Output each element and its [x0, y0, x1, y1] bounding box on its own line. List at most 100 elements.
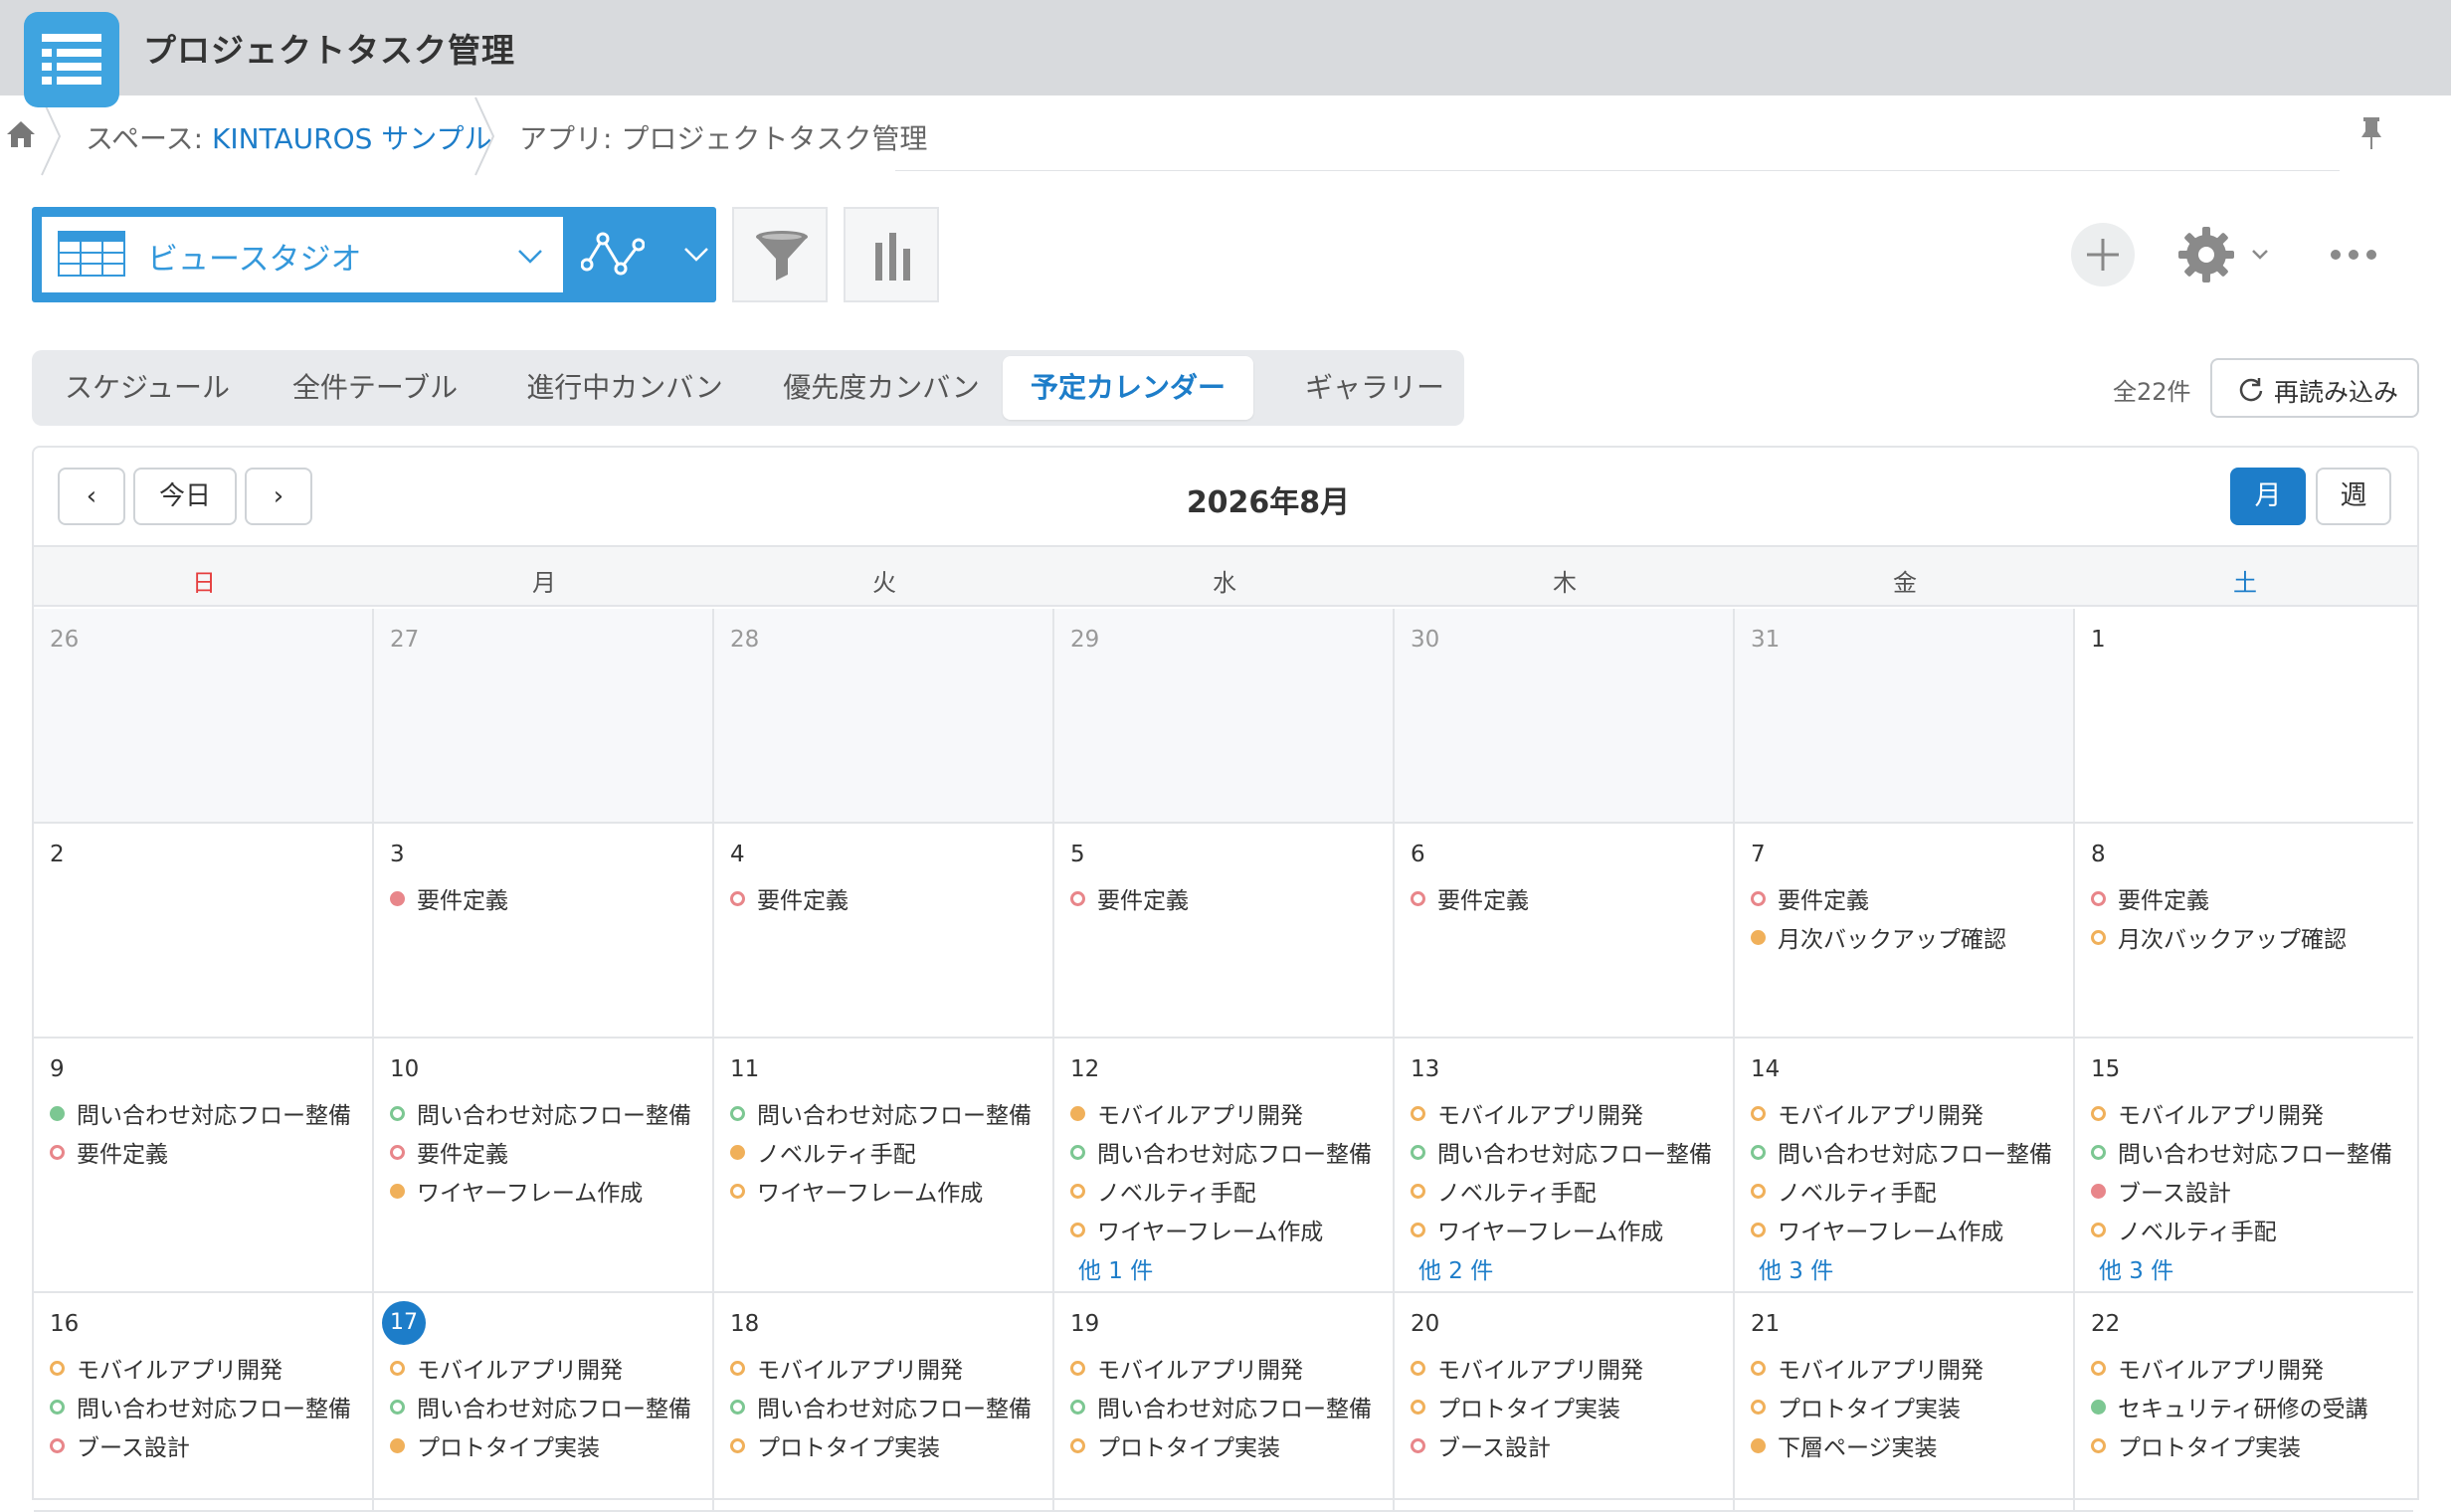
today-button[interactable]: 今日: [133, 468, 237, 525]
calendar-event[interactable]: 要件定義: [390, 881, 508, 915]
day-cell[interactable]: 31: [1735, 609, 2075, 824]
calendar-event[interactable]: セキュリティ研修の受講: [2091, 1390, 2368, 1423]
calendar-event[interactable]: ノベルティ手配: [1411, 1174, 1597, 1208]
breadcrumb-app[interactable]: アプリ: プロジェクトタスク管理: [519, 117, 927, 157]
day-cell[interactable]: 5 要件定義: [1054, 824, 1395, 1039]
day-cell[interactable]: 21 モバイルアプリ開発 プロトタイプ実装 下層ページ実装: [1735, 1293, 2075, 1512]
calendar-event[interactable]: 問い合わせ対応フロー整備: [1070, 1390, 1372, 1423]
breadcrumb-space[interactable]: スペース: KINTAUROS サンプル: [86, 117, 491, 157]
calendar-event[interactable]: プロトタイプ実装: [1411, 1390, 1620, 1423]
view-selector[interactable]: ビュースタジオ: [32, 207, 716, 302]
calendar-event[interactable]: ブース設計: [2091, 1174, 2231, 1208]
calendar-event[interactable]: 問い合わせ対応フロー整備: [1411, 1135, 1712, 1169]
calendar-event[interactable]: ワイヤーフレーム作成: [1411, 1213, 1663, 1246]
calendar-event[interactable]: 問い合わせ対応フロー整備: [730, 1096, 1032, 1130]
view-dropdown[interactable]: ビュースタジオ: [42, 217, 563, 292]
week-view-button[interactable]: 週: [2316, 468, 2391, 525]
chevron-down-icon[interactable]: [2250, 247, 2270, 263]
calendar-event[interactable]: モバイルアプリ開発: [50, 1351, 283, 1385]
graph-button[interactable]: [844, 207, 939, 302]
calendar-event[interactable]: モバイルアプリ開発: [1411, 1096, 1643, 1130]
calendar-event[interactable]: モバイルアプリ開発: [1411, 1351, 1643, 1385]
month-view-button[interactable]: 月: [2230, 468, 2306, 525]
day-cell[interactable]: 15 モバイルアプリ開発 問い合わせ対応フロー整備 ブース設計 ノベルティ手配他 3 件: [2075, 1039, 2413, 1293]
tab-gallery[interactable]: ギャラリー: [1269, 356, 1480, 420]
day-cell[interactable]: 30: [1395, 609, 1735, 824]
reload-button[interactable]: 再読み込み: [2210, 358, 2419, 418]
day-cell[interactable]: 7 要件定義 月次バックアップ確認: [1735, 824, 2075, 1039]
more-events-link[interactable]: 他 3 件: [2099, 1251, 2173, 1285]
day-cell[interactable]: 13 モバイルアプリ開発 問い合わせ対応フロー整備 ノベルティ手配 ワイヤーフレーム作成…: [1395, 1039, 1735, 1293]
calendar-event[interactable]: ノベルティ手配: [1070, 1174, 1256, 1208]
calendar-event[interactable]: ノベルティ手配: [730, 1135, 916, 1169]
day-cell[interactable]: 29: [1054, 609, 1395, 824]
home-icon[interactable]: [6, 119, 36, 149]
day-cell[interactable]: 17 モバイルアプリ開発 問い合わせ対応フロー整備 プロトタイプ実装: [374, 1293, 714, 1512]
pin-icon[interactable]: [2357, 115, 2385, 151]
breadcrumb-space-link[interactable]: KINTAUROS サンプル: [212, 122, 491, 155]
more-events-link[interactable]: 他 1 件: [1078, 1251, 1153, 1285]
calendar-event[interactable]: 要件定義: [1751, 881, 1869, 915]
calendar-event[interactable]: ワイヤーフレーム作成: [1070, 1213, 1323, 1246]
calendar-event[interactable]: プロトタイプ実装: [730, 1428, 940, 1462]
day-cell[interactable]: 27: [374, 609, 714, 824]
calendar-event[interactable]: ワイヤーフレーム作成: [390, 1174, 643, 1208]
calendar-event[interactable]: 問い合わせ対応フロー整備: [390, 1390, 691, 1423]
calendar-event[interactable]: 要件定義: [730, 881, 848, 915]
day-cell[interactable]: 19 モバイルアプリ開発 問い合わせ対応フロー整備 プロトタイプ実装: [1054, 1293, 1395, 1512]
day-cell[interactable]: 28: [714, 609, 1054, 824]
calendar-event[interactable]: 問い合わせ対応フロー整備: [730, 1390, 1032, 1423]
day-cell[interactable]: 16 モバイルアプリ開発 問い合わせ対応フロー整備 ブース設計: [34, 1293, 374, 1512]
calendar-event[interactable]: モバイルアプリ開発: [1070, 1096, 1303, 1130]
calendar-event[interactable]: モバイルアプリ開発: [1751, 1351, 1983, 1385]
tab-priority-kanban[interactable]: 優先度カンバン: [764, 356, 999, 420]
day-cell[interactable]: 2: [34, 824, 374, 1039]
calendar-event[interactable]: 要件定義: [1411, 881, 1529, 915]
day-cell[interactable]: 26: [34, 609, 374, 824]
chevron-down-icon[interactable]: [682, 243, 710, 267]
add-record-button[interactable]: [2071, 223, 2135, 286]
calendar-event[interactable]: 下層ページ実装: [1751, 1428, 1938, 1462]
calendar-event[interactable]: プロトタイプ実装: [2091, 1428, 2301, 1462]
calendar-event[interactable]: 問い合わせ対応フロー整備: [1070, 1135, 1372, 1169]
day-cell[interactable]: 18 モバイルアプリ開発 問い合わせ対応フロー整備 プロトタイプ実装: [714, 1293, 1054, 1512]
calendar-event[interactable]: 問い合わせ対応フロー整備: [2091, 1135, 2392, 1169]
tab-in-progress-kanban[interactable]: 進行中カンバン: [507, 356, 742, 420]
tab-schedule-calendar[interactable]: 予定カレンダー: [1003, 356, 1253, 420]
tab-schedule[interactable]: スケジュール: [42, 356, 253, 420]
calendar-event[interactable]: プロトタイプ実装: [1070, 1428, 1280, 1462]
filter-button[interactable]: [732, 207, 828, 302]
calendar-event[interactable]: 問い合わせ対応フロー整備: [50, 1390, 351, 1423]
prev-month-button[interactable]: ‹: [58, 468, 125, 525]
day-cell[interactable]: 14 モバイルアプリ開発 問い合わせ対応フロー整備 ノベルティ手配 ワイヤーフレーム作成…: [1735, 1039, 2075, 1293]
day-cell[interactable]: 8 要件定義 月次バックアップ確認: [2075, 824, 2413, 1039]
day-cell[interactable]: 1: [2075, 609, 2413, 824]
day-cell[interactable]: 6 要件定義: [1395, 824, 1735, 1039]
calendar-event[interactable]: 要件定義: [1070, 881, 1189, 915]
calendar-event[interactable]: 要件定義: [390, 1135, 508, 1169]
day-cell[interactable]: 11 問い合わせ対応フロー整備 ノベルティ手配 ワイヤーフレーム作成: [714, 1039, 1054, 1293]
calendar-event[interactable]: プロトタイプ実装: [390, 1428, 600, 1462]
day-cell[interactable]: 9 問い合わせ対応フロー整備 要件定義: [34, 1039, 374, 1293]
calendar-event[interactable]: モバイルアプリ開発: [1070, 1351, 1303, 1385]
calendar-event[interactable]: 月次バックアップ確認: [2091, 920, 2347, 954]
day-cell[interactable]: 10 問い合わせ対応フロー整備 要件定義 ワイヤーフレーム作成: [374, 1039, 714, 1293]
graph-icon[interactable]: [581, 229, 645, 281]
gear-icon[interactable]: [2176, 225, 2236, 284]
calendar-event[interactable]: 問い合わせ対応フロー整備: [50, 1096, 351, 1130]
calendar-event[interactable]: モバイルアプリ開発: [2091, 1351, 2324, 1385]
calendar-event[interactable]: モバイルアプリ開発: [2091, 1096, 2324, 1130]
calendar-event[interactable]: 問い合わせ対応フロー整備: [390, 1096, 691, 1130]
calendar-event[interactable]: プロトタイプ実装: [1751, 1390, 1961, 1423]
more-events-link[interactable]: 他 2 件: [1418, 1251, 1493, 1285]
day-cell[interactable]: 12 モバイルアプリ開発 問い合わせ対応フロー整備 ノベルティ手配 ワイヤーフレーム作成…: [1054, 1039, 1395, 1293]
day-cell[interactable]: 3 要件定義: [374, 824, 714, 1039]
day-cell[interactable]: 4 要件定義: [714, 824, 1054, 1039]
calendar-event[interactable]: 要件定義: [2091, 881, 2209, 915]
calendar-event[interactable]: ブース設計: [1411, 1428, 1551, 1462]
calendar-event[interactable]: 問い合わせ対応フロー整備: [1751, 1135, 2052, 1169]
day-cell[interactable]: 22 モバイルアプリ開発 セキュリティ研修の受講 プロトタイプ実装: [2075, 1293, 2413, 1512]
tab-all-table[interactable]: 全件テーブル: [269, 356, 481, 420]
calendar-event[interactable]: ワイヤーフレーム作成: [730, 1174, 983, 1208]
calendar-event[interactable]: モバイルアプリ開発: [1751, 1096, 1983, 1130]
